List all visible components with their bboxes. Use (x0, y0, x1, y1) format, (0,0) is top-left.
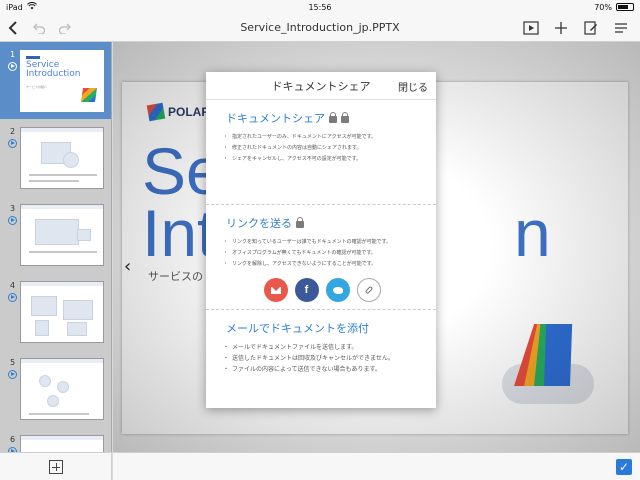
section-document-share[interactable]: ドキュメントシェア 指定されたユーザーのみ、ドキュメントにアクセスが可能です。 … (206, 100, 436, 204)
battery-icon (616, 3, 634, 11)
status-bar: iPad 15:56 70% (0, 0, 640, 14)
slide-thumbnail-2[interactable]: 2 (0, 119, 111, 196)
slide-title-line-2-tail: n (514, 196, 551, 270)
play-circle-icon[interactable] (8, 139, 17, 148)
bullet-text: 修正されたドキュメントの内容は自動にシェアされます。 (223, 143, 418, 154)
sidebar-footer (0, 452, 112, 480)
close-button[interactable]: 閉じる (398, 79, 428, 94)
previous-slide-arrow[interactable]: ‹ (124, 256, 131, 277)
thumbnail-image: Service Introduction サービスの紹介 (20, 50, 104, 112)
slide-number: 5 (10, 358, 16, 367)
bullet-text: リンクを知っているユーザーは誰でもドキュメントの確認が可能です。 (223, 237, 418, 248)
link-share-button[interactable] (356, 278, 381, 302)
slideshow-play-icon[interactable] (518, 15, 544, 41)
slide-logo: POLAR (146, 102, 210, 122)
section-heading-text: メールでドキュメントを添付 (226, 322, 369, 335)
slide-number: 2 (10, 127, 16, 136)
bottom-bar: ✓ (113, 452, 640, 480)
play-circle-icon[interactable] (8, 370, 17, 379)
slide-number: 3 (10, 204, 16, 213)
twitter-share-button[interactable] (325, 278, 350, 302)
mail-share-button[interactable] (263, 278, 288, 302)
thumbnail-image (20, 281, 104, 343)
bullet-text: オフィスプログラムが無くてもドキュメントの確認が可能です。 (223, 248, 418, 259)
section-email-attach[interactable]: メールでドキュメントを添付 メールでドキュメントファイルを送信します。 送信した… (206, 310, 436, 375)
logo-graphic (81, 88, 97, 102)
section-heading: リンクを送る (226, 215, 418, 231)
slide-subtitle: サービスの (148, 270, 203, 283)
thumbnail-subtitle: サービスの紹介 (26, 85, 48, 89)
slide-number: 1 (10, 50, 16, 59)
bullet-text: 指定されたユーザーのみ、ドキュメントにアクセスが可能です。 (223, 132, 418, 143)
section-heading-text: ドキュメントシェア (226, 112, 325, 125)
lock-icon (329, 112, 337, 123)
redo-icon[interactable] (52, 15, 78, 41)
logo-mark-icon (146, 102, 166, 122)
popup-title: ドキュメントシェア (271, 79, 371, 93)
battery-percent: 70% (594, 2, 612, 12)
facebook-share-button[interactable]: f (294, 278, 319, 302)
slide-thumbnail-panel: 1 Service Introduction サービスの紹介 2 3 4 5 6 (0, 42, 112, 452)
checkmark-icon[interactable]: ✓ (616, 459, 632, 475)
slide-thumbnail-3[interactable]: 3 (0, 196, 111, 273)
mail-icon (270, 286, 281, 294)
add-slide-icon[interactable] (48, 459, 63, 474)
play-circle-icon[interactable] (8, 62, 17, 71)
slide-thumbnail-6[interactable]: 6 (0, 427, 111, 452)
slide-number: 6 (10, 435, 16, 444)
bullet-text: シェアをキャンセルし、アクセス不可の設定が可能です。 (223, 154, 418, 165)
slide-thumbnail-4[interactable]: 4 (0, 273, 111, 350)
add-plus-icon[interactable] (548, 15, 574, 41)
colored-pages-graphic (508, 306, 578, 386)
logo-text: POLAR (168, 105, 210, 119)
logo-mark (26, 56, 40, 59)
thumbnail-image (20, 435, 104, 452)
play-circle-icon[interactable] (8, 216, 17, 225)
slide-thumbnail-1[interactable]: 1 Service Introduction サービスの紹介 (0, 42, 111, 119)
link-icon (364, 285, 373, 295)
document-share-popup: ドキュメントシェア 閉じる ドキュメントシェア 指定されたユーザーのみ、ドキュメ… (206, 72, 436, 408)
share-buttons: f (226, 278, 418, 302)
section-send-link: リンクを送る リンクを知っているユーザーは誰でもドキュメントの確認が可能です。 … (206, 205, 436, 309)
section-heading-text: リンクを送る (226, 217, 292, 230)
slide-thumbnail-5[interactable]: 5 (0, 350, 111, 427)
popup-header: ドキュメントシェア 閉じる (206, 72, 436, 100)
slide-number: 4 (10, 281, 16, 290)
lock-icon (341, 112, 349, 123)
clock: 15:56 (308, 2, 332, 12)
thumbnail-image (20, 358, 104, 420)
bullet-text: ファイルの内容によって送信できない場合もあります。 (223, 364, 418, 375)
thumbnail-image (20, 204, 104, 266)
top-toolbar: Service_Introduction_jp.PPTX (0, 14, 640, 42)
format-icon[interactable] (578, 15, 604, 41)
twitter-icon (332, 286, 343, 294)
thumbnail-title: Service Introduction (26, 60, 81, 79)
play-circle-icon[interactable] (8, 293, 17, 302)
section-heading: メールでドキュメントを添付 (226, 320, 418, 336)
device-label: iPad (6, 2, 23, 12)
bullet-text: リンクを解除し、アクセスできないようにすることが可能です。 (223, 259, 418, 270)
thumbnail-image (20, 127, 104, 189)
bullet-text: 送信したドキュメントは回収及びキャンセルができません。 (223, 353, 418, 364)
wifi-icon (26, 2, 37, 12)
bullet-text: メールでドキュメントファイルを送信します。 (223, 342, 418, 353)
menu-list-icon[interactable] (608, 15, 634, 41)
lock-icon (296, 217, 304, 228)
undo-icon[interactable] (26, 15, 52, 41)
section-heading: ドキュメントシェア (226, 110, 418, 126)
back-chevron-icon[interactable] (0, 15, 26, 41)
facebook-icon: f (304, 284, 309, 296)
